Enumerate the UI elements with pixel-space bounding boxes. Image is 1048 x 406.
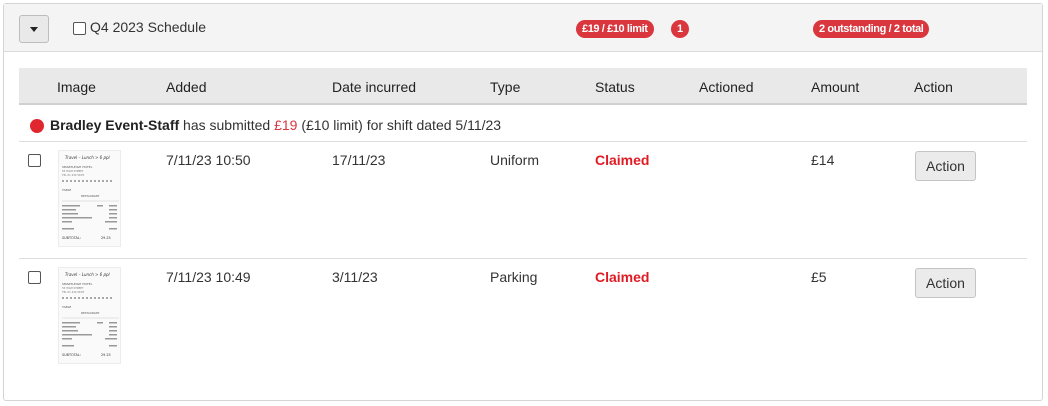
amount-cell: £14 [811, 152, 835, 168]
column-header-status: Status [595, 79, 635, 95]
column-header-date-incurred: Date incurred [332, 79, 417, 95]
receipt-thumbnail[interactable]: Travel – Lunch > 6 ppl SMARTLEIGH HOTEL … [58, 267, 121, 364]
type-cell: Uniform [490, 152, 540, 168]
action-button[interactable]: Action [915, 151, 976, 181]
caret-down-icon [30, 26, 38, 32]
svg-text:SMARTLEIGH HOTEL: SMARTLEIGH HOTEL [62, 282, 93, 286]
action-button[interactable]: Action [915, 268, 976, 298]
table-row: Travel – Lunch > 6 ppl SMARTLEIGH HOTEL … [19, 259, 1027, 376]
svg-text:TABLE: TABLE [61, 305, 71, 309]
added-cell: 7/11/23 10:50 [166, 152, 251, 168]
outstanding-badge: 2 outstanding / 2 total [813, 20, 930, 38]
svg-text:RESTAURANT: RESTAURANT [81, 311, 100, 315]
notice-text: Bradley Event-Staff has submitted £19 (£… [50, 117, 502, 133]
svg-text:SUBTOTAL:: SUBTOTAL: [62, 236, 81, 240]
schedule-title: Q4 2023 Schedule [90, 19, 206, 35]
row-select-checkbox[interactable] [28, 271, 41, 284]
type-cell: Parking [490, 269, 538, 285]
alert-dot-icon [30, 119, 44, 133]
svg-text:RESTAURANT: RESTAURANT [81, 194, 100, 198]
schedule-panel: Q4 2023 Schedule £19 / £10 limit 1 2 out… [3, 3, 1043, 401]
status-cell: Claimed [595, 152, 650, 168]
added-cell: 7/11/23 10:49 [166, 269, 251, 285]
column-header-actioned: Actioned [699, 79, 754, 95]
svg-text:29.25: 29.25 [101, 236, 111, 240]
expenses-table: Image Added Date incurred Type Status Ac… [19, 68, 1027, 376]
collapse-toggle-button[interactable] [19, 15, 49, 43]
row-select-checkbox[interactable] [28, 154, 41, 167]
schedule-select-checkbox[interactable] [73, 22, 86, 35]
table-header: Image Added Date incurred Type Status Ac… [19, 68, 1027, 105]
status-cell: Claimed [595, 269, 650, 285]
svg-text:55 HIGH STREET: 55 HIGH STREET [62, 169, 84, 173]
limit-notice: Bradley Event-Staff has submitted £19 (£… [19, 105, 1027, 142]
svg-text:55 HIGH STREET: 55 HIGH STREET [62, 286, 84, 290]
notice-staff-name: Bradley Event-Staff [50, 117, 180, 133]
column-header-action: Action [914, 79, 953, 95]
amount-cell: £5 [811, 269, 827, 285]
column-header-amount: Amount [811, 79, 860, 95]
table-row: Travel – Lunch > 6 ppl SMARTLEIGH HOTEL … [19, 142, 1027, 259]
svg-text:TEL 01 234 5678: TEL 01 234 5678 [62, 290, 84, 294]
svg-text:TABLE: TABLE [61, 188, 71, 192]
limit-badge: £19 / £10 limit [576, 20, 654, 38]
svg-text:SMARTLEIGH HOTEL: SMARTLEIGH HOTEL [62, 165, 93, 169]
date-incurred-cell: 3/11/23 [332, 269, 378, 285]
svg-text:29.25: 29.25 [101, 353, 111, 357]
count-badge: 1 [671, 20, 689, 38]
column-header-image: Image [57, 79, 96, 95]
column-header-added: Added [166, 79, 207, 95]
column-header-type: Type [490, 79, 521, 95]
date-incurred-cell: 17/11/23 [332, 152, 386, 168]
svg-text:SUBTOTAL:: SUBTOTAL: [62, 353, 81, 357]
notice-amount: £19 [274, 117, 298, 133]
receipt-thumbnail[interactable]: Travel – Lunch > 6 ppl SMARTLEIGH HOTEL … [58, 150, 121, 247]
svg-text:TEL 01 234 5678: TEL 01 234 5678 [62, 173, 84, 177]
svg-text:Travel – Lunch > 6 ppl: Travel – Lunch > 6 ppl [65, 272, 111, 277]
schedule-header: Q4 2023 Schedule £19 / £10 limit 1 2 out… [4, 4, 1042, 52]
svg-text:Travel – Lunch > 6 ppl: Travel – Lunch > 6 ppl [65, 155, 111, 160]
